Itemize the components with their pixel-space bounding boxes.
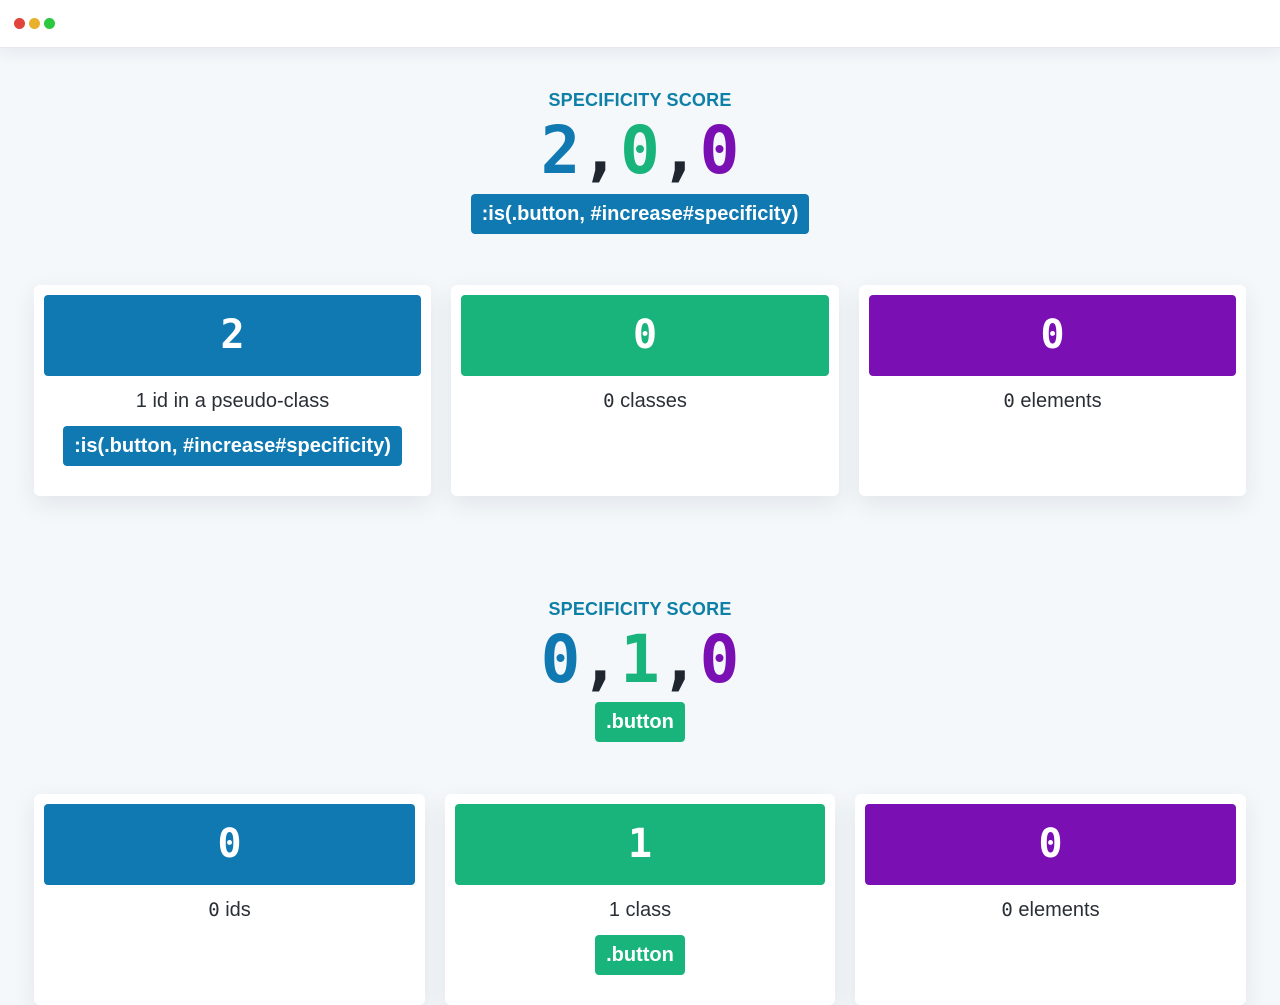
score-classes: 1 (620, 621, 660, 698)
ids-count: 0 (208, 899, 220, 921)
selector-chip: .button (595, 702, 685, 742)
classes-card: 0 0 classes (451, 285, 839, 496)
score-separator: , (659, 112, 700, 189)
elements-count-block: 0 (865, 804, 1236, 885)
specificity-score-heading: SPECIFICITY SCORE (548, 599, 732, 619)
elements-label: elements (1018, 899, 1100, 921)
selector-chip-row: :is(.button, #increase#specificity) (0, 194, 1280, 234)
ids-card: 0 0 ids (34, 794, 425, 1005)
classes-selector-chip: .button (595, 935, 685, 975)
ids-label: ids (225, 899, 251, 921)
specificity-score-value: 0,1,0 (0, 627, 1280, 693)
elements-card: 0 0 elements (859, 285, 1246, 496)
classes-description: 0 classes (451, 390, 839, 413)
classes-count: 0 (603, 390, 615, 412)
specificity-score-heading: SPECIFICITY SCORE (548, 90, 732, 110)
classes-count-block: 1 (455, 804, 825, 885)
elements-description: 0 elements (855, 899, 1246, 922)
score-classes: 0 (620, 112, 660, 189)
score-elements: 0 (699, 112, 740, 189)
classes-card: 1 1 class .button (445, 794, 835, 1005)
score-separator: , (659, 621, 700, 698)
ids-count-block: 0 (44, 804, 415, 885)
selector-chip-row: .button (0, 702, 1280, 742)
specificity-score-value: 2,0,0 (0, 118, 1280, 184)
elements-label: elements (1020, 390, 1102, 412)
close-window-button[interactable] (14, 18, 25, 29)
maximize-window-button[interactable] (44, 18, 55, 29)
elements-count: 0 (1001, 899, 1013, 921)
classes-description: 1 class (608, 899, 672, 921)
score-elements: 0 (699, 621, 740, 698)
elements-card: 0 0 elements (855, 794, 1246, 1005)
window-titlebar (0, 0, 1280, 48)
ids-description: 0 ids (34, 899, 425, 922)
elements-description: 0 elements (859, 390, 1246, 413)
elements-count: 0 (1003, 390, 1015, 412)
ids-selector-chip: :is(.button, #increase#specificity) (63, 426, 402, 466)
ids-count-block: 2 (44, 295, 421, 376)
classes-chip-row: .button (445, 935, 835, 975)
elements-count-block: 0 (869, 295, 1236, 376)
score-separator: , (580, 112, 621, 189)
score-ids: 0 (540, 621, 581, 698)
classes-label: classes (620, 390, 687, 412)
selector-chip: :is(.button, #increase#specificity) (470, 194, 810, 234)
score-ids: 2 (540, 112, 581, 189)
ids-card: 2 1 id in a pseudo-class :is(.button, #i… (34, 285, 431, 496)
minimize-window-button[interactable] (29, 18, 40, 29)
ids-description: 1 id in a pseudo-class (135, 390, 330, 412)
score-separator: , (580, 621, 621, 698)
ids-chip-row: :is(.button, #increase#specificity) (34, 426, 431, 466)
classes-count-block: 0 (461, 295, 829, 376)
